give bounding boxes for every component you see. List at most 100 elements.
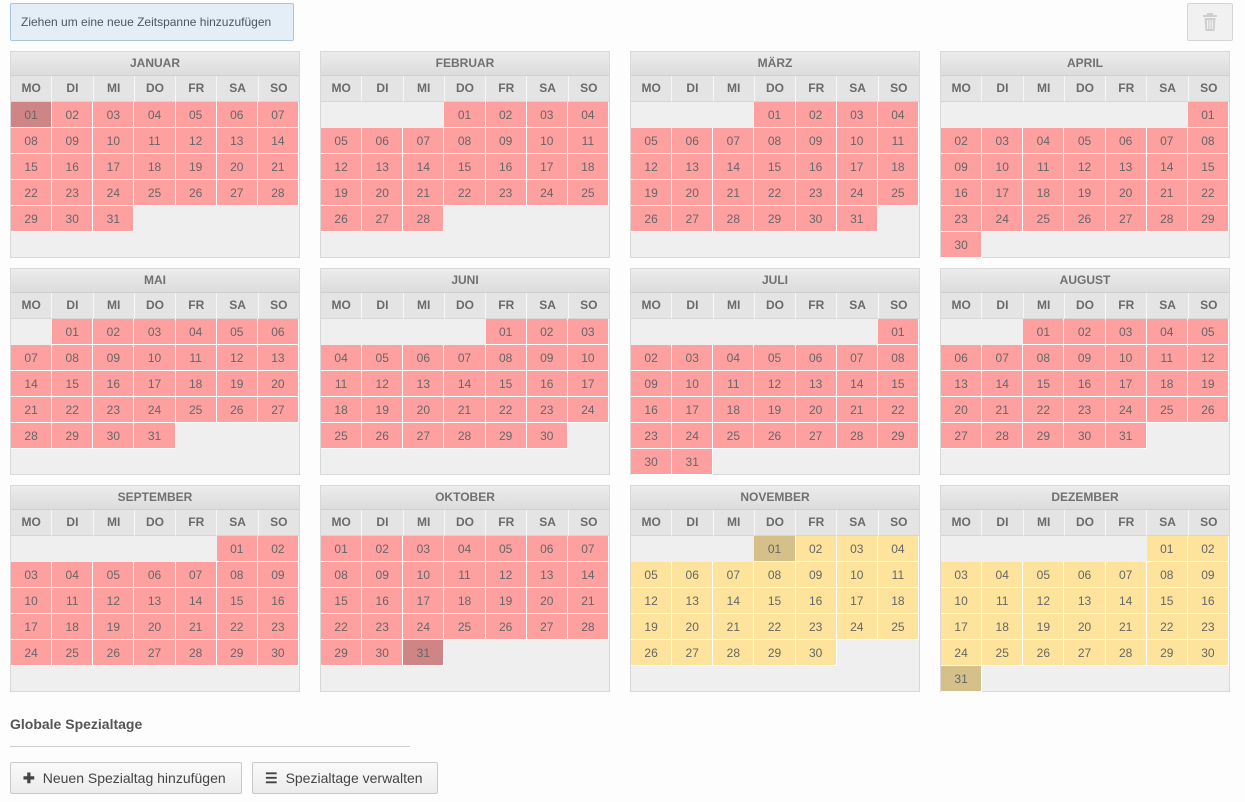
- day-cell[interactable]: 22: [485, 397, 527, 423]
- day-cell[interactable]: 15: [877, 371, 919, 397]
- day-cell[interactable]: 23: [1064, 397, 1106, 423]
- day-cell[interactable]: 06: [795, 345, 837, 371]
- day-cell[interactable]: 18: [1023, 180, 1065, 206]
- day-cell[interactable]: 29: [1187, 206, 1229, 232]
- day-cell[interactable]: 04: [175, 319, 217, 345]
- day-cell[interactable]: 23: [941, 206, 983, 232]
- day-cell[interactable]: 21: [257, 154, 299, 180]
- day-cell[interactable]: 18: [713, 397, 755, 423]
- day-cell[interactable]: 11: [982, 588, 1024, 614]
- day-cell[interactable]: 01: [754, 102, 796, 128]
- day-cell[interactable]: 16: [1064, 371, 1106, 397]
- day-cell[interactable]: 11: [877, 562, 919, 588]
- day-cell[interactable]: 12: [1023, 588, 1065, 614]
- day-cell[interactable]: 31: [134, 423, 176, 449]
- day-cell[interactable]: 21: [444, 397, 486, 423]
- day-cell[interactable]: 24: [403, 614, 445, 640]
- day-cell[interactable]: 18: [877, 154, 919, 180]
- day-cell[interactable]: 08: [321, 562, 363, 588]
- day-cell[interactable]: 08: [11, 128, 53, 154]
- day-cell[interactable]: 19: [216, 371, 258, 397]
- day-cell[interactable]: 27: [362, 206, 404, 232]
- day-cell[interactable]: 12: [1187, 345, 1229, 371]
- day-cell[interactable]: 09: [526, 345, 568, 371]
- day-cell[interactable]: 06: [257, 319, 299, 345]
- day-cell[interactable]: 28: [444, 423, 486, 449]
- day-cell[interactable]: 11: [567, 128, 609, 154]
- day-cell[interactable]: 26: [175, 180, 217, 206]
- day-cell[interactable]: 11: [444, 562, 486, 588]
- day-cell[interactable]: 06: [1064, 562, 1106, 588]
- day-cell[interactable]: 07: [403, 128, 445, 154]
- day-cell[interactable]: 21: [11, 397, 53, 423]
- day-cell[interactable]: 15: [1187, 154, 1229, 180]
- day-cell[interactable]: 07: [836, 345, 878, 371]
- day-cell[interactable]: 11: [713, 371, 755, 397]
- day-cell[interactable]: 10: [134, 345, 176, 371]
- day-cell[interactable]: 29: [321, 640, 363, 666]
- day-cell[interactable]: 07: [444, 345, 486, 371]
- day-cell[interactable]: 17: [836, 154, 878, 180]
- day-cell[interactable]: 15: [485, 371, 527, 397]
- day-cell[interactable]: 30: [795, 206, 837, 232]
- day-cell[interactable]: 23: [52, 180, 94, 206]
- day-cell[interactable]: 28: [257, 180, 299, 206]
- day-cell[interactable]: 09: [257, 562, 299, 588]
- day-cell[interactable]: 22: [754, 180, 796, 206]
- day-cell[interactable]: 19: [631, 614, 673, 640]
- day-cell[interactable]: 13: [672, 154, 714, 180]
- day-cell[interactable]: 09: [941, 154, 983, 180]
- day-cell[interactable]: 26: [216, 397, 258, 423]
- day-cell[interactable]: 08: [877, 345, 919, 371]
- day-cell[interactable]: 25: [982, 640, 1024, 666]
- day-cell[interactable]: 21: [1146, 180, 1188, 206]
- day-cell[interactable]: 02: [1064, 319, 1106, 345]
- day-cell[interactable]: 16: [795, 154, 837, 180]
- day-cell[interactable]: 07: [257, 102, 299, 128]
- day-cell[interactable]: 17: [672, 397, 714, 423]
- day-cell[interactable]: 22: [11, 180, 53, 206]
- day-cell[interactable]: 18: [1146, 371, 1188, 397]
- day-cell[interactable]: 01: [216, 536, 258, 562]
- day-cell[interactable]: 11: [877, 128, 919, 154]
- day-cell[interactable]: 08: [754, 128, 796, 154]
- day-cell[interactable]: 28: [567, 614, 609, 640]
- day-cell[interactable]: 06: [941, 345, 983, 371]
- day-cell[interactable]: 17: [567, 371, 609, 397]
- day-cell[interactable]: 21: [175, 614, 217, 640]
- day-cell[interactable]: 20: [795, 397, 837, 423]
- day-cell[interactable]: 06: [672, 562, 714, 588]
- day-cell[interactable]: 12: [1064, 154, 1106, 180]
- day-cell[interactable]: 02: [795, 102, 837, 128]
- day-cell[interactable]: 31: [403, 640, 445, 666]
- day-cell[interactable]: 11: [321, 371, 363, 397]
- day-cell[interactable]: 14: [11, 371, 53, 397]
- day-cell[interactable]: 22: [52, 397, 94, 423]
- day-cell[interactable]: 18: [321, 397, 363, 423]
- day-cell[interactable]: 05: [631, 128, 673, 154]
- day-cell[interactable]: 03: [672, 345, 714, 371]
- day-cell[interactable]: 16: [362, 588, 404, 614]
- day-cell[interactable]: 01: [1146, 536, 1188, 562]
- day-cell[interactable]: 27: [795, 423, 837, 449]
- day-cell[interactable]: 20: [526, 588, 568, 614]
- day-cell[interactable]: 04: [52, 562, 94, 588]
- day-cell[interactable]: 07: [1146, 128, 1188, 154]
- day-cell[interactable]: 28: [982, 423, 1024, 449]
- day-cell[interactable]: 03: [93, 102, 135, 128]
- day-cell[interactable]: 27: [403, 423, 445, 449]
- day-cell[interactable]: 21: [713, 614, 755, 640]
- day-cell[interactable]: 21: [403, 180, 445, 206]
- day-cell[interactable]: 06: [672, 128, 714, 154]
- day-cell[interactable]: 19: [321, 180, 363, 206]
- day-cell[interactable]: 17: [93, 154, 135, 180]
- day-cell[interactable]: 27: [672, 206, 714, 232]
- day-cell[interactable]: 17: [134, 371, 176, 397]
- day-cell[interactable]: 03: [941, 562, 983, 588]
- day-cell[interactable]: 13: [134, 588, 176, 614]
- day-cell[interactable]: 21: [1105, 614, 1147, 640]
- day-cell[interactable]: 30: [257, 640, 299, 666]
- day-cell[interactable]: 24: [93, 180, 135, 206]
- day-cell[interactable]: 16: [1187, 588, 1229, 614]
- day-cell[interactable]: 25: [1146, 397, 1188, 423]
